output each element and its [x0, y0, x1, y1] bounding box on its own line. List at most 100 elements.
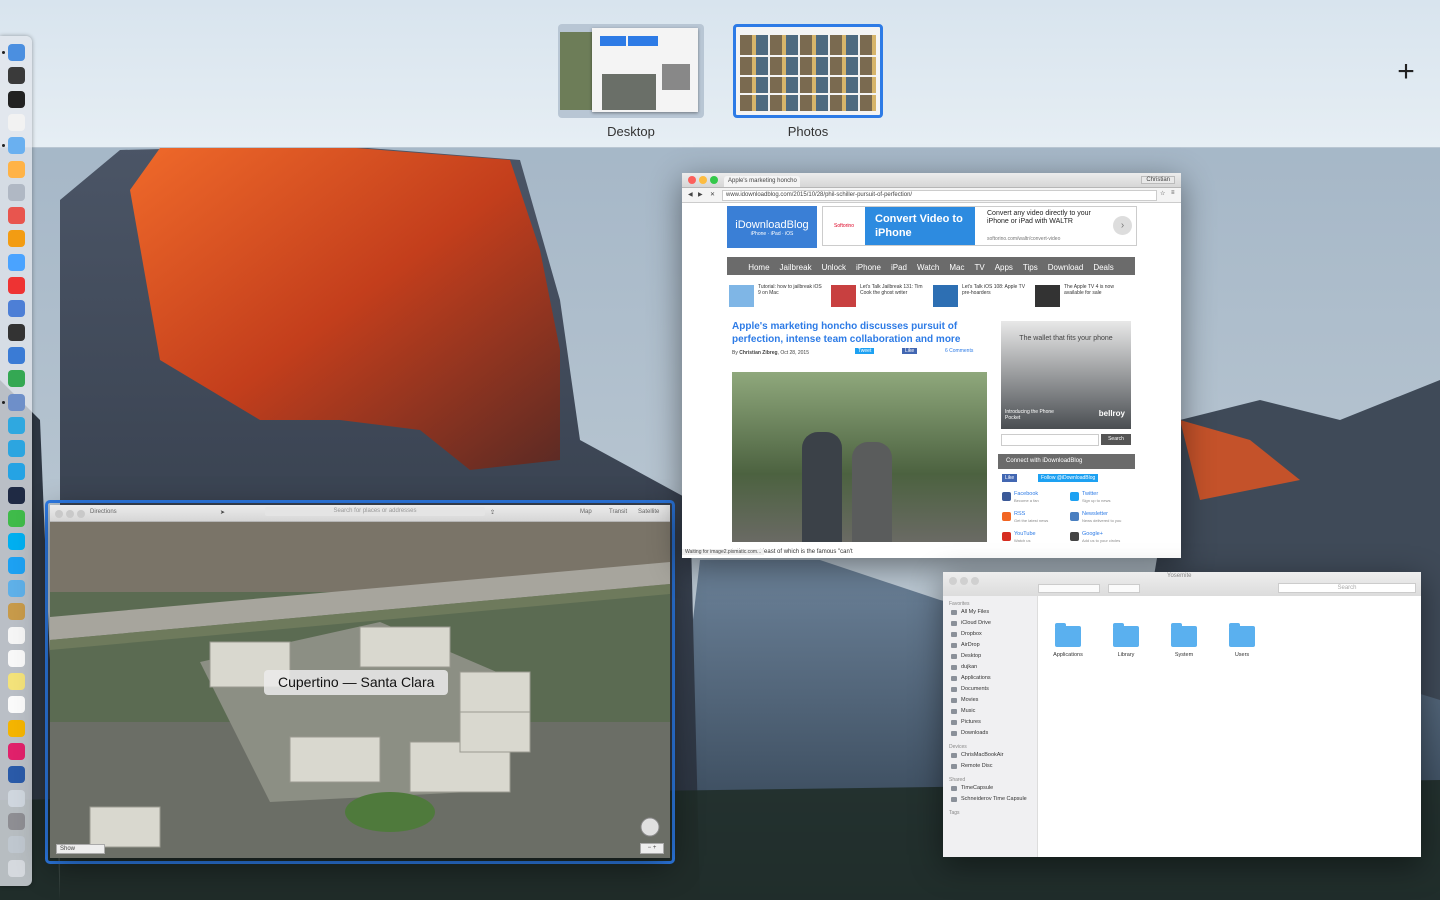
nav-item[interactable]: Unlock — [817, 259, 851, 277]
calendar-icon[interactable] — [8, 626, 25, 644]
textedit-icon[interactable] — [8, 113, 25, 131]
tweet-button[interactable]: Tweet — [855, 348, 875, 354]
skype-icon[interactable] — [8, 533, 25, 551]
folder-item[interactable]: Library — [1098, 623, 1154, 658]
messages-icon[interactable] — [8, 416, 25, 434]
nav-item[interactable]: Watch — [912, 259, 944, 277]
music-icon[interactable] — [8, 277, 25, 294]
sidebar-item[interactable]: Downloads — [943, 728, 1037, 739]
show-menu-button[interactable]: Show — [56, 844, 105, 854]
nav-item[interactable]: iPad — [886, 259, 912, 277]
system-preferences-icon[interactable] — [8, 812, 25, 830]
nav-item[interactable]: TV — [969, 259, 989, 277]
screenshot-icon[interactable] — [8, 323, 25, 341]
twitter-icon[interactable] — [8, 556, 25, 574]
teaser-item[interactable]: Let's Talk Jailbreak 131: Tim Cook the g… — [829, 283, 929, 311]
top-ad-banner[interactable]: Softorino Convert Video to iPhone Conver… — [822, 206, 1137, 246]
space-desktop[interactable]: Desktop — [558, 24, 704, 139]
map-mode-button[interactable]: Map — [580, 509, 592, 515]
close-button[interactable] — [688, 176, 696, 184]
safari-icon[interactable] — [8, 346, 25, 364]
zoom-button[interactable] — [77, 510, 85, 518]
space-photos-thumbnail[interactable] — [733, 24, 883, 118]
mission-control-icon[interactable] — [8, 67, 25, 85]
browser-tab[interactable]: Apple's marketing honcho — [724, 176, 800, 187]
address-bar[interactable]: www.idownloadblog.com/2015/10/28/phil-sc… — [722, 190, 1157, 201]
launchpad-icon[interactable] — [8, 183, 25, 201]
notes-icon[interactable] — [8, 603, 25, 621]
nav-item[interactable]: Download — [1043, 259, 1089, 277]
nav-item[interactable]: Tips — [1018, 259, 1043, 277]
slack-icon[interactable] — [8, 486, 25, 504]
social-link-youtube[interactable]: YouTube Watch us — [1002, 531, 1066, 549]
teaser-item[interactable]: Tutorial: how to jailbreak iOS 9 on Mac — [727, 283, 827, 311]
view-mode-buttons[interactable] — [1038, 584, 1100, 593]
trash-icon[interactable] — [8, 859, 25, 877]
sidebar-search-input[interactable] — [1001, 434, 1099, 446]
teaser-item[interactable]: Let's Talk iOS 108: Apple TV pre-hoarder… — [931, 283, 1031, 311]
add-space-button[interactable]: + — [1392, 57, 1420, 87]
minimize-button[interactable] — [66, 510, 74, 518]
sidebar-item[interactable]: Movies — [943, 695, 1037, 706]
follow-button[interactable]: Follow @iDownloadBlog — [1038, 474, 1099, 482]
chrome-icon[interactable] — [8, 370, 25, 388]
minimize-button[interactable] — [960, 577, 968, 585]
teaser-item[interactable]: The Apple TV 4 is now available for sale — [1033, 283, 1133, 311]
forward-icon[interactable]: ▶ — [698, 191, 703, 198]
nav-item[interactable]: Deals — [1088, 259, 1118, 277]
sidebar-item[interactable]: Schneiderov Time Capsule — [943, 794, 1037, 805]
zoom-control[interactable]: − + — [640, 843, 664, 854]
sidebar-item[interactable]: Applications — [943, 673, 1037, 684]
sidebar-item[interactable]: AirDrop — [943, 640, 1037, 651]
stop-icon[interactable]: ✕ — [710, 191, 715, 198]
satellite-mode-button[interactable]: Satellite — [638, 509, 659, 515]
directions-button[interactable]: Directions — [90, 509, 117, 515]
finder-search-input[interactable]: Search — [1278, 583, 1416, 593]
finder-icon[interactable] — [8, 44, 25, 61]
space-desktop-thumbnail[interactable] — [558, 24, 704, 118]
sticky-icon[interactable] — [8, 673, 25, 691]
sidebar-ad[interactable]: The wallet that fits your phone Introduc… — [1001, 321, 1131, 429]
sidebar-item[interactable]: iCloud Drive — [943, 618, 1037, 629]
photos-icon[interactable] — [8, 160, 25, 178]
folder-item[interactable]: Users — [1214, 623, 1270, 658]
close-button[interactable] — [949, 577, 957, 585]
sidebar-item[interactable]: Remote Disc — [943, 761, 1037, 772]
sidebar-search-button[interactable]: Search — [1101, 434, 1131, 445]
sidebar-item[interactable]: All My Files — [943, 607, 1037, 618]
nav-item[interactable]: Apps — [990, 259, 1018, 277]
nav-item[interactable]: Home — [743, 259, 774, 277]
bookmark-star-icon[interactable]: ☆ — [1160, 190, 1165, 197]
nav-item[interactable]: Mac — [944, 259, 969, 277]
social-link-google[interactable]: Google+ Add us to your circles — [1070, 531, 1134, 549]
sidebar-item[interactable]: ChrisMacBookAir — [943, 750, 1037, 761]
sidebar-item[interactable]: TimeCapsule — [943, 783, 1037, 794]
menu-icon[interactable]: ≡ — [1171, 190, 1175, 196]
social-link-rss[interactable]: RSS Get the latest news — [1002, 511, 1066, 529]
sidebar-item[interactable]: Dropbox — [943, 629, 1037, 640]
sidebar-item[interactable]: dujkan — [943, 662, 1037, 673]
article-headline[interactable]: Apple's marketing honcho discusses pursu… — [727, 317, 992, 346]
folder-item[interactable]: Applications — [1040, 623, 1096, 658]
tweetbot-icon[interactable] — [8, 579, 25, 597]
ibooks-icon[interactable] — [8, 230, 25, 248]
social-link-twitter[interactable]: Twitter Sign up to news — [1070, 491, 1134, 509]
sidebar-item[interactable]: Music — [943, 706, 1037, 717]
maps-search-input[interactable]: Search for places or addresses — [265, 507, 485, 516]
preview-icon[interactable] — [8, 137, 25, 155]
space-photos[interactable]: Photos — [733, 24, 883, 139]
sidebar-item[interactable]: Pictures — [943, 717, 1037, 728]
like-button[interactable]: Like — [902, 348, 918, 354]
itunes-icon[interactable] — [8, 207, 25, 225]
photo-icon[interactable] — [8, 719, 25, 737]
zoom-button[interactable] — [710, 176, 718, 184]
screen-icon[interactable] — [8, 789, 25, 807]
back-icon[interactable]: ◀ — [688, 191, 693, 198]
comments-link[interactable]: 6 Comments — [945, 348, 973, 354]
fb-like-button[interactable]: Like — [1002, 474, 1018, 482]
calendar-17-icon[interactable] — [8, 696, 25, 714]
site-logo[interactable]: iDownloadBlog iPhone · iPad · iOS — [727, 206, 817, 248]
telegram-icon[interactable] — [8, 440, 25, 458]
reminders-icon[interactable] — [8, 649, 25, 667]
close-button[interactable] — [55, 510, 63, 518]
